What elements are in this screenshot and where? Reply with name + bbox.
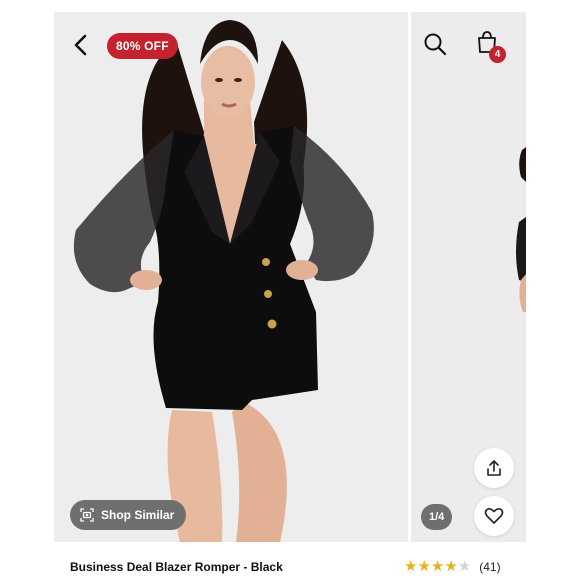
wishlist-button[interactable] <box>474 496 514 536</box>
star-filled-icon: ★ <box>444 558 458 575</box>
review-count: (41) <box>479 560 501 574</box>
product-image-gallery[interactable]: 80% OFF 4 Shop Similar 1/4 <box>54 12 526 542</box>
product-rating[interactable]: ★★★★★ (41) <box>404 558 501 576</box>
shopping-bag-button[interactable]: 4 <box>475 30 506 63</box>
search-icon <box>424 33 447 56</box>
shop-similar-button[interactable]: Shop Similar <box>70 500 187 530</box>
share-icon <box>487 460 501 476</box>
star-filled-icon: ★ <box>417 558 431 575</box>
back-arrow-icon <box>74 34 87 56</box>
right-sleeve <box>290 126 374 282</box>
heart-icon <box>484 508 504 524</box>
star-filled-icon: ★ <box>430 558 445 575</box>
back-button[interactable] <box>70 34 92 56</box>
cart-count-badge: 4 <box>489 46 506 63</box>
search-button[interactable] <box>423 32 447 56</box>
rating-stars: ★★★★★ <box>404 558 471 576</box>
star-filled-icon: ★ <box>404 558 418 575</box>
product-title[interactable]: Business Deal Blazer Romper - Black <box>70 560 283 574</box>
left-sleeve <box>73 130 174 293</box>
product-info-bar: Business Deal Blazer Romper - Black ★★★★… <box>54 542 526 580</box>
shop-similar-label: Shop Similar <box>101 508 175 522</box>
similar-camera-icon <box>80 508 94 522</box>
star-empty-icon: ★ <box>457 558 472 575</box>
image-page-counter: 1/4 <box>421 504 453 530</box>
share-button[interactable] <box>474 448 514 488</box>
product-photo <box>73 20 374 542</box>
right-leg <box>232 402 287 542</box>
discount-badge: 80% OFF <box>107 33 178 59</box>
